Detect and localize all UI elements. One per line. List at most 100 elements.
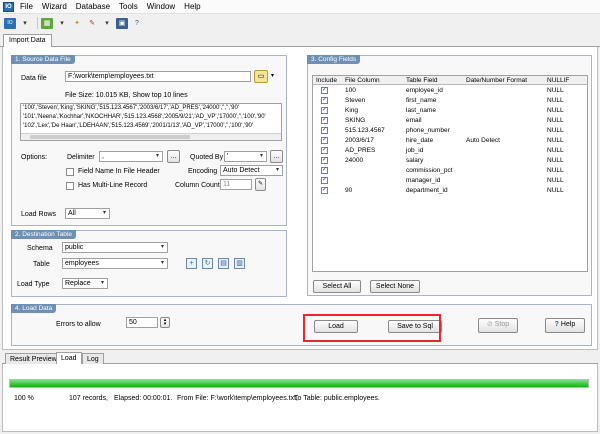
include-checkbox[interactable]: ✓ [321, 127, 328, 134]
include-checkbox[interactable]: ✓ [321, 87, 328, 94]
file-column-cell[interactable]: SKING [345, 116, 365, 125]
include-checkbox[interactable]: ✓ [321, 157, 328, 164]
file-column-cell[interactable]: AD_PRES [345, 146, 375, 155]
table-row[interactable]: ✓ 100 employee_id NULL [313, 86, 587, 95]
preview-scrollbar[interactable] [21, 133, 281, 140]
delimiter-select[interactable]: , ▾ [99, 151, 163, 162]
table-field-cell[interactable]: phone_number [406, 126, 450, 135]
table-row[interactable]: ✓ 2003/6/17 hire_date Auto Detect NULL [313, 136, 587, 145]
data-file-input[interactable]: F:\work\temp\employees.txt [65, 71, 251, 82]
quoted-by-select[interactable]: ' ▾ [224, 151, 267, 162]
table-row[interactable]: ✓ commission_pct NULL [313, 166, 587, 175]
table-row[interactable]: ✓ AD_PRES job_id NULL [313, 146, 587, 155]
menu-file[interactable]: File [20, 2, 33, 11]
menu-wizard[interactable]: Wizard [42, 2, 67, 11]
table-row[interactable]: ✓ King last_name NULL [313, 106, 587, 115]
tab-import-data[interactable]: Import Data [3, 34, 52, 48]
multiline-checkbox[interactable] [66, 182, 74, 190]
errors-input[interactable]: 50 [126, 317, 158, 328]
select-all-button[interactable]: Select All [313, 280, 361, 293]
table-field-cell[interactable]: job_id [406, 146, 423, 155]
nullif-cell[interactable]: NULL [547, 106, 564, 115]
menu-help[interactable]: Help [184, 2, 200, 11]
menu-tools[interactable]: Tools [119, 2, 138, 11]
menu-window[interactable]: Window [147, 2, 175, 11]
dropdown-icon[interactable]: ▾ [101, 18, 113, 29]
load-rows-select[interactable]: All ▾ [65, 208, 110, 219]
table-field-cell[interactable]: hire_date [406, 136, 433, 145]
nullif-cell[interactable]: NULL [547, 166, 564, 175]
edit-icon[interactable]: ✎ [255, 178, 266, 191]
refresh-table-icon[interactable]: ↻ [202, 258, 213, 269]
table-row[interactable]: ✓ SKING email NULL [313, 116, 587, 125]
table-field-cell[interactable]: last_name [406, 106, 436, 115]
schema-select[interactable]: public ▾ [62, 242, 168, 253]
nullif-cell[interactable]: NULL [547, 96, 564, 105]
file-column-cell[interactable]: 24000 [345, 156, 363, 165]
column-header-format[interactable]: Date/Number Format [466, 76, 527, 85]
table-field-cell[interactable]: employee_id [406, 86, 443, 95]
table-field-cell[interactable]: first_name [406, 96, 436, 105]
nullif-cell[interactable]: NULL [547, 116, 564, 125]
add-table-icon[interactable]: + [186, 258, 197, 269]
wizard-icon[interactable]: ✦ [71, 18, 83, 29]
scrollbar-thumb[interactable] [30, 135, 190, 139]
file-column-cell[interactable]: King [345, 106, 358, 115]
file-column-cell[interactable]: 100 [345, 86, 356, 95]
nullif-cell[interactable]: NULL [547, 156, 564, 165]
app-icon[interactable]: IO [4, 17, 16, 29]
include-checkbox[interactable]: ✓ [321, 187, 328, 194]
table-row[interactable]: ✓ 515.123.4567 phone_number NULL [313, 126, 587, 135]
table-properties-icon[interactable]: ▤ [218, 258, 229, 269]
help-icon[interactable]: ? [131, 18, 143, 29]
include-checkbox[interactable]: ✓ [321, 177, 328, 184]
table-row[interactable]: ✓ 24000 salary NULL [313, 156, 587, 165]
table-row[interactable]: ✓ manager_id NULL [313, 176, 587, 185]
delimiter-browse-button[interactable]: ... [167, 150, 180, 163]
include-checkbox[interactable]: ✓ [321, 117, 328, 124]
table-field-cell[interactable]: email [406, 116, 422, 125]
format-cell[interactable]: Auto Detect [466, 136, 500, 145]
column-header-nullif[interactable]: NULLIF [547, 76, 569, 85]
options-icon[interactable]: ▣ [116, 17, 128, 29]
stop-button[interactable]: ⊘ Stop [478, 318, 518, 333]
dropdown-icon[interactable]: ▾ [56, 18, 68, 29]
table-icon[interactable]: ▦ [41, 17, 53, 29]
open-folder-icon[interactable]: ▭ [254, 70, 268, 83]
load-type-select[interactable]: Replace ▾ [62, 278, 108, 289]
column-count-input[interactable]: 11 [220, 179, 252, 190]
save-icon[interactable]: ▾ [19, 18, 31, 29]
nullif-cell[interactable]: NULL [547, 146, 564, 155]
help-button[interactable]: ? Help [545, 318, 585, 333]
column-header-table-field[interactable]: Table Field [406, 76, 437, 85]
nullif-cell[interactable]: NULL [547, 136, 564, 145]
table-row[interactable]: ✓ Steven first_name NULL [313, 96, 587, 105]
encoding-select[interactable]: Auto Detect ▾ [220, 165, 283, 176]
field-name-header-checkbox[interactable] [66, 168, 74, 176]
include-checkbox[interactable]: ✓ [321, 97, 328, 104]
quoted-by-browse-button[interactable]: ... [270, 150, 283, 163]
table-field-cell[interactable]: salary [406, 156, 423, 165]
table-row[interactable]: ✓ 90 department_id NULL [313, 186, 587, 195]
file-column-cell[interactable]: 90 [345, 186, 352, 195]
nullif-cell[interactable]: NULL [547, 126, 564, 135]
select-none-button[interactable]: Select None [370, 280, 420, 293]
include-checkbox[interactable]: ✓ [321, 167, 328, 174]
nullif-cell[interactable]: NULL [547, 186, 564, 195]
table-field-cell[interactable]: department_id [406, 186, 448, 195]
nullif-cell[interactable]: NULL [547, 176, 564, 185]
include-checkbox[interactable]: ✓ [321, 107, 328, 114]
table-field-cell[interactable]: manager_id [406, 176, 440, 185]
column-header-file-column[interactable]: File Column [345, 76, 380, 85]
menu-database[interactable]: Database [76, 2, 110, 11]
file-column-cell[interactable]: Steven [345, 96, 365, 105]
table-columns-icon[interactable]: ▥ [234, 258, 245, 269]
dropdown-icon[interactable]: ▾ [271, 72, 274, 79]
nullif-cell[interactable]: NULL [547, 86, 564, 95]
file-column-cell[interactable]: 2003/6/17 [345, 136, 374, 145]
table-field-cell[interactable]: commission_pct [406, 166, 453, 175]
table-select[interactable]: employees ▾ [62, 258, 168, 269]
include-checkbox[interactable]: ✓ [321, 147, 328, 154]
include-checkbox[interactable]: ✓ [321, 137, 328, 144]
errors-stepper[interactable]: ▴ ▾ [160, 317, 170, 328]
